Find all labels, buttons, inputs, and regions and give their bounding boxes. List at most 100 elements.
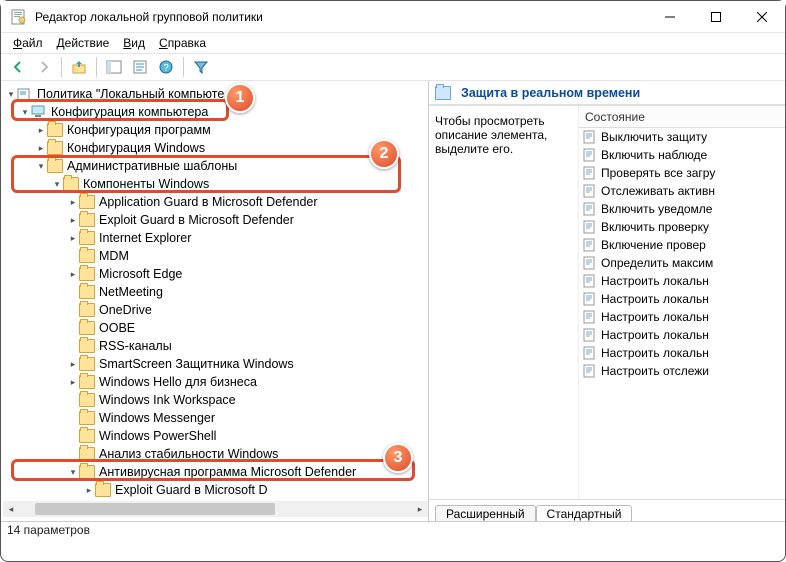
expand-icon[interactable]: ▸ — [67, 269, 79, 280]
expand-icon[interactable]: ▸ — [67, 233, 79, 244]
expand-icon[interactable]: ▸ — [67, 197, 79, 208]
expand-icon[interactable]: ▾ — [35, 161, 47, 172]
tree-label: Windows Messenger — [99, 411, 215, 425]
tree-label: OneDrive — [99, 303, 152, 317]
menu-file[interactable]: ФФайлайл — [7, 35, 49, 51]
settings-list[interactable]: Состояние Выключить защитуВключить наблю… — [579, 106, 785, 499]
horizontal-scrollbar[interactable]: ◂ ▸ — [3, 501, 428, 517]
properties-button[interactable] — [129, 56, 151, 78]
menu-view[interactable]: Вид — [117, 35, 151, 51]
list-item[interactable]: Включить наблюде — [579, 146, 785, 164]
tree-item[interactable]: Windows Messenger — [3, 409, 428, 427]
tree-item[interactable]: ▸Internet Explorer — [3, 229, 428, 247]
list-item[interactable]: Выключить защиту — [579, 128, 785, 146]
tree-item[interactable]: ▸ Конфигурация программ — [3, 121, 428, 139]
tree-item[interactable]: ▸ Application Guard в Microsoft Defender — [3, 193, 428, 211]
expand-icon[interactable]: ▸ — [35, 143, 47, 154]
tree-item[interactable]: ▸Microsoft Edge — [3, 265, 428, 283]
list-item[interactable]: Включить уведомле — [579, 200, 785, 218]
menu-action[interactable]: Действие — [51, 35, 116, 51]
folder-icon — [79, 357, 95, 371]
list-item[interactable]: Настроить локальн — [579, 308, 785, 326]
policy-icon — [17, 87, 33, 101]
tree-label: MDM — [99, 249, 129, 263]
folder-icon — [79, 231, 95, 245]
folder-icon — [79, 393, 95, 407]
tree-item[interactable]: OneDrive — [3, 301, 428, 319]
forward-button[interactable] — [33, 56, 55, 78]
back-button[interactable] — [7, 56, 29, 78]
tree-item[interactable]: ▸ Конфигурация Windows — [3, 139, 428, 157]
list-item[interactable]: Настроить локальн — [579, 290, 785, 308]
expand-icon[interactable]: ▾ — [5, 89, 17, 100]
expand-icon[interactable]: ▾ — [67, 467, 79, 478]
expand-icon[interactable]: ▾ — [51, 179, 63, 190]
tree-item[interactable]: RSS-каналы — [3, 337, 428, 355]
tab-extended[interactable]: Расширенный — [435, 505, 536, 521]
help-button[interactable]: ? — [155, 56, 177, 78]
tree-win-components[interactable]: ▾ Компоненты Windows — [3, 175, 428, 193]
tree-item[interactable]: Windows PowerShell — [3, 427, 428, 445]
list-item[interactable]: Настроить отслежи — [579, 362, 785, 380]
scroll-right-icon[interactable]: ▸ — [412, 501, 428, 517]
list-item[interactable]: Настроить локальн — [579, 326, 785, 344]
tree-label: SmartScreen Защитника Windows — [99, 357, 294, 371]
scroll-left-icon[interactable]: ◂ — [3, 501, 19, 517]
tree-item[interactable]: ▸ Exploit Guard в Microsoft D — [3, 481, 428, 499]
tree-item[interactable]: OOBE — [3, 319, 428, 337]
tree-defender[interactable]: ▾ Антивирусная программа Microsoft Defen… — [3, 463, 428, 481]
tree-label: Windows Hello для бизнеса — [99, 375, 257, 389]
tree-item[interactable]: Анализ стабильности Windows — [3, 445, 428, 463]
expand-icon[interactable]: ▾ — [19, 107, 31, 118]
scroll-thumb[interactable] — [35, 503, 275, 515]
tree-label: Конфигурация компьютера — [51, 105, 208, 119]
tree-label: Конфигурация программ — [67, 123, 211, 137]
column-header[interactable]: Состояние — [579, 106, 785, 128]
maximize-button[interactable] — [693, 1, 739, 32]
list-item[interactable]: Настроить локальн — [579, 272, 785, 290]
folder-icon — [79, 213, 95, 227]
folder-icon — [47, 141, 63, 155]
list-item[interactable]: Отслеживать активн — [579, 182, 785, 200]
expand-icon[interactable]: ▸ — [67, 377, 79, 388]
status-text: 14 параметров — [7, 523, 90, 537]
expand-icon[interactable]: ▸ — [67, 215, 79, 226]
menu-help[interactable]: Справка — [153, 35, 212, 51]
list-item[interactable]: Определить максим — [579, 254, 785, 272]
list-item[interactable]: Настроить локальн — [579, 344, 785, 362]
tree-label: Exploit Guard в Microsoft D — [115, 483, 268, 497]
folder-icon — [79, 195, 95, 209]
tree-pane[interactable]: ▾ Политика "Локальный компьюте ▾ Конфигу… — [1, 81, 429, 521]
tree-item[interactable]: ▸ SmartScreen Защитника Windows — [3, 355, 428, 373]
folder-icon — [79, 285, 95, 299]
tree-item[interactable]: NetMeeting — [3, 283, 428, 301]
tree-admin-templates[interactable]: ▾ Административные шаблоны — [3, 157, 428, 175]
show-hide-tree-button[interactable] — [103, 56, 125, 78]
tree-label: Application Guard в Microsoft Defender — [99, 195, 318, 209]
computer-icon — [31, 105, 47, 119]
tab-standard[interactable]: Стандартный — [536, 505, 633, 521]
filter-button[interactable] — [190, 56, 212, 78]
list-item[interactable]: Включение провер — [579, 236, 785, 254]
up-button[interactable] — [68, 56, 90, 78]
expand-icon[interactable]: ▸ — [67, 359, 79, 370]
tree-comp-config[interactable]: ▾ Конфигурация компьютера — [3, 103, 428, 121]
tree-label: Административные шаблоны — [67, 159, 237, 173]
list-item[interactable]: Проверять все загру — [579, 164, 785, 182]
setting-icon — [583, 130, 597, 144]
right-header: Защита в реальном времени — [429, 81, 785, 105]
expand-icon[interactable]: ▸ — [35, 125, 47, 136]
close-button[interactable] — [739, 1, 785, 32]
setting-icon — [583, 292, 597, 306]
tree-root[interactable]: ▾ Политика "Локальный компьюте — [3, 85, 428, 103]
tree-item[interactable]: Windows Ink Workspace — [3, 391, 428, 409]
tree-item[interactable]: ▸ Windows Hello для бизнеса — [3, 373, 428, 391]
minimize-button[interactable] — [647, 1, 693, 32]
tree-label: RSS-каналы — [99, 339, 172, 353]
tree-item[interactable]: MDM — [3, 247, 428, 265]
folder-icon — [79, 429, 95, 443]
expand-icon[interactable]: ▸ — [83, 485, 95, 496]
list-item[interactable]: Включить проверку — [579, 218, 785, 236]
tree-item[interactable]: ▸Exploit Guard в Microsoft Defender — [3, 211, 428, 229]
view-tabs: Расширенный Стандартный — [429, 499, 785, 521]
